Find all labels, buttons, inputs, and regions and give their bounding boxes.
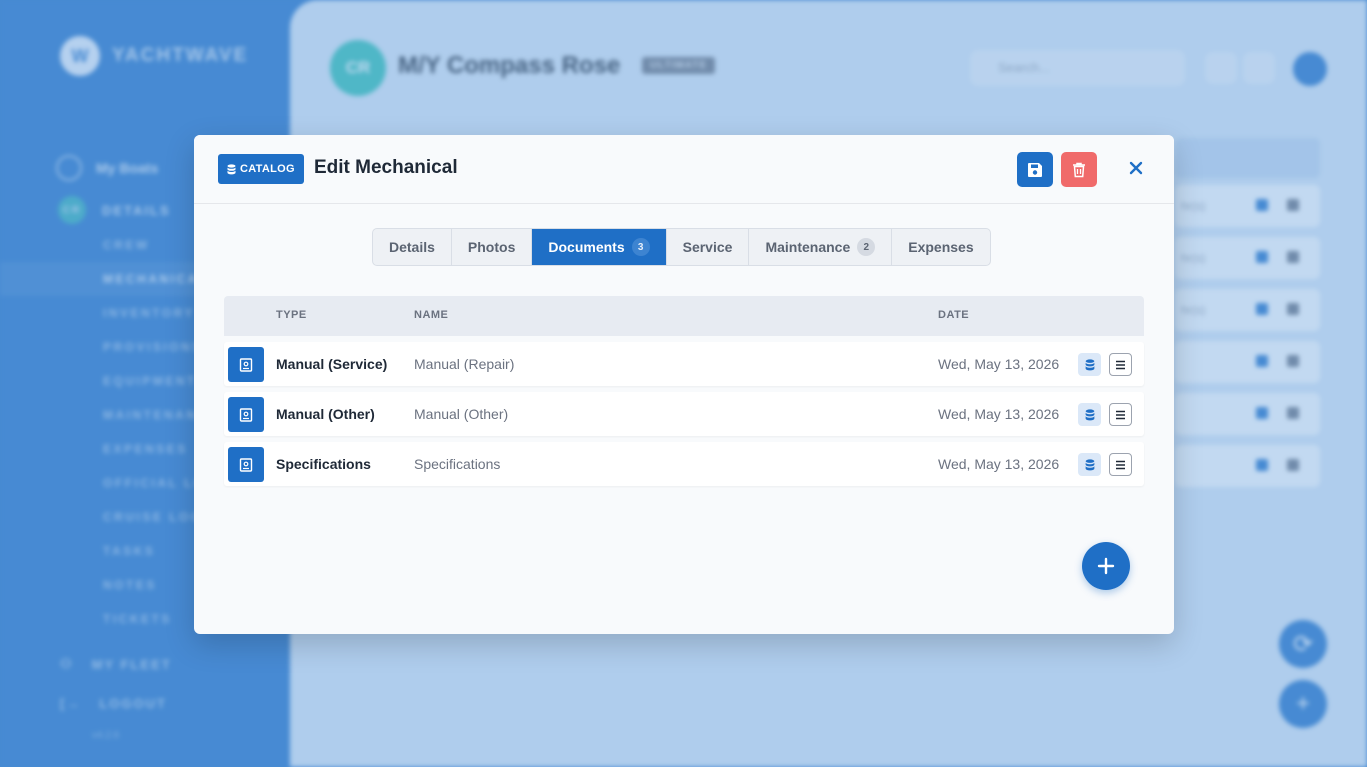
edit-mechanical-modal: CATALOG Edit Mechanical Details Photos D…: [194, 135, 1174, 634]
modal-title: Edit Mechanical: [314, 157, 458, 178]
catalog-row-button[interactable]: [1078, 353, 1101, 376]
catalog-row-button[interactable]: [1078, 403, 1101, 426]
plus-icon: [1097, 557, 1115, 575]
maintenance-count-badge: 2: [857, 238, 876, 256]
menu-icon: [1116, 360, 1125, 369]
table-row[interactable]: Specifications Specifications Wed, May 1…: [224, 442, 1144, 486]
row-menu-button[interactable]: [1109, 403, 1132, 426]
tab-details[interactable]: Details: [373, 229, 452, 265]
close-button[interactable]: [1123, 155, 1149, 181]
modal-header: CATALOG Edit Mechanical: [194, 135, 1174, 204]
document-icon: [228, 447, 264, 482]
save-button[interactable]: [1017, 152, 1053, 187]
modal-tabs: Details Photos Documents 3 Service Mainte…: [372, 228, 991, 266]
tab-photos[interactable]: Photos: [452, 229, 533, 265]
table-row[interactable]: Manual (Other) Manual (Other) Wed, May 1…: [224, 392, 1144, 436]
tab-maintenance[interactable]: Maintenance 2: [749, 229, 893, 265]
tab-documents[interactable]: Documents 3: [532, 229, 667, 265]
add-document-button[interactable]: [1082, 542, 1130, 590]
close-icon: [1129, 161, 1143, 175]
catalog-row-button[interactable]: [1078, 453, 1101, 476]
tab-service[interactable]: Service: [667, 229, 750, 265]
table-row[interactable]: Manual (Service) Manual (Repair) Wed, Ma…: [224, 342, 1144, 386]
row-menu-button[interactable]: [1109, 453, 1132, 476]
trash-icon: [1073, 162, 1085, 177]
cell-type: Specifications: [276, 456, 371, 472]
cell-date: Wed, May 13, 2026: [938, 456, 1060, 472]
catalog-badge-label: CATALOG: [240, 163, 295, 175]
documents-table: TYPE NAME DATE Manual (Service) Manual (…: [224, 296, 1144, 486]
floppy-disk-icon: [1028, 162, 1042, 177]
document-icon: [228, 347, 264, 382]
document-icon: [228, 397, 264, 432]
cell-name: Manual (Repair): [414, 356, 515, 372]
cell-name: Manual (Other): [414, 406, 509, 422]
column-header-type[interactable]: TYPE: [276, 309, 307, 321]
cell-type: Manual (Other): [276, 406, 375, 422]
cell-type: Manual (Service): [276, 356, 388, 372]
table-header: TYPE NAME DATE: [224, 296, 1144, 336]
menu-icon: [1116, 410, 1125, 419]
column-header-name[interactable]: NAME: [414, 309, 448, 321]
cell-date: Wed, May 13, 2026: [938, 356, 1060, 372]
documents-count-badge: 3: [631, 238, 650, 256]
database-icon: [227, 163, 236, 174]
cell-date: Wed, May 13, 2026: [938, 406, 1060, 422]
database-icon: [1085, 408, 1094, 420]
database-icon: [1085, 358, 1094, 370]
row-menu-button[interactable]: [1109, 353, 1132, 376]
column-header-date[interactable]: DATE: [938, 309, 969, 321]
cell-name: Specifications: [414, 456, 501, 472]
delete-button[interactable]: [1061, 152, 1097, 187]
tab-expenses[interactable]: Expenses: [892, 229, 989, 265]
catalog-badge: CATALOG: [218, 154, 304, 184]
database-icon: [1085, 458, 1094, 470]
menu-icon: [1116, 460, 1125, 469]
